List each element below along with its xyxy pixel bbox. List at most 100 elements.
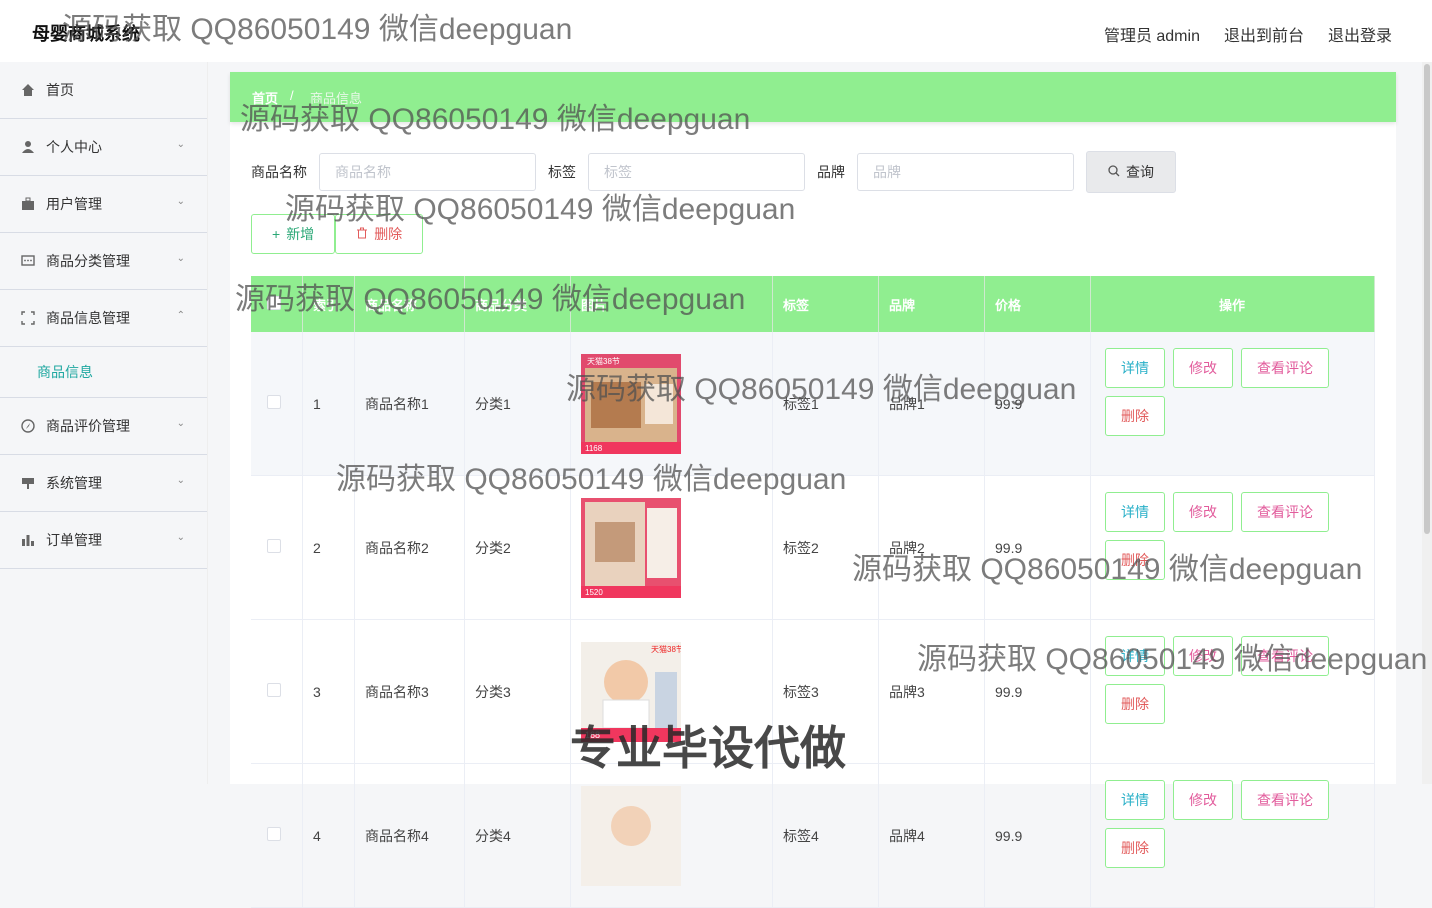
row-delete-button[interactable]: 删除 [1105, 684, 1165, 724]
cell-tag: 标签2 [772, 475, 879, 620]
row-checkbox-cell [251, 475, 303, 620]
cell-actions: 详情 修改 查看评论 删除 [1090, 619, 1375, 764]
name-label: 商品名称 [251, 164, 307, 180]
sidebar-item-users[interactable]: 用户管理 ⌄ [0, 176, 207, 233]
cell-category: 分类1 [464, 332, 571, 476]
cell-price: 99.9 [984, 619, 1091, 764]
cell-index: 3 [302, 619, 355, 764]
scrollbar-thumb[interactable] [1424, 64, 1430, 534]
batch-delete-button[interactable]: 删除 [335, 214, 424, 254]
cell-index: 4 [302, 763, 355, 908]
chevron-down-icon: ⌄ [176, 475, 185, 486]
col-actions: 操作 [1090, 276, 1375, 332]
sidebar-item-label: 用户管理 [46, 196, 102, 212]
admin-label: 管理员 admin [1103, 28, 1200, 45]
sidebar-item-label: 个人中心 [46, 139, 102, 155]
cell-category: 分类4 [464, 763, 571, 908]
product-thumbnail[interactable] [581, 785, 681, 886]
breadcrumb-separator: / [290, 88, 294, 103]
row-checkbox[interactable] [267, 827, 281, 841]
table-row: 2 商品名称2 分类2 1520 标签2 品牌2 99.9 详情 修改 查看评论 删 [251, 475, 1375, 620]
watermark-banner: 专业毕设代做 [570, 722, 846, 774]
col-price[interactable]: 价格 [984, 276, 1091, 332]
select-all-header[interactable] [251, 276, 303, 332]
app-title: 母婴商城系统 [32, 24, 140, 44]
cell-name: 商品名称3 [354, 619, 465, 764]
row-checkbox-cell [251, 332, 303, 476]
sidebar-subitem-product-info[interactable]: 商品信息 [0, 347, 207, 398]
col-category[interactable]: 商品分类 [464, 276, 571, 332]
cell-price: 99.9 [984, 332, 1091, 476]
sidebar: 首页 个人中心 ⌄ 用户管理 ⌄ 商品分类管理 ⌄ 商品信息管理 ⌃ 商品信息 … [0, 62, 208, 784]
col-tag[interactable]: 标签 [772, 276, 879, 332]
table-header-row: 索引 商品名称 商品分类 图片 标签 品牌 价格 操作 [251, 276, 1375, 332]
thumb-price: 1168 [585, 444, 603, 453]
cell-price: 99.9 [984, 475, 1091, 620]
detail-button[interactable]: 详情 [1105, 780, 1165, 820]
row-checkbox[interactable] [267, 539, 281, 553]
vertical-scrollbar[interactable] [1422, 62, 1432, 784]
table-row: 4 商品名称4 分类4 标签4 品牌4 99.9 详情 修改 查看评论 删除 [251, 763, 1375, 908]
detail-button[interactable]: 详情 [1105, 348, 1165, 388]
cell-brand: 品牌4 [878, 763, 985, 908]
bar-chart-icon [20, 532, 36, 548]
sidebar-item-category[interactable]: 商品分类管理 ⌄ [0, 233, 207, 290]
tag-input[interactable] [588, 153, 805, 191]
row-checkbox[interactable] [267, 683, 281, 697]
cell-actions: 详情 修改 查看评论 删除 [1090, 763, 1375, 908]
view-reviews-button[interactable]: 查看评论 [1241, 636, 1329, 676]
product-name-input[interactable] [319, 153, 536, 191]
cell-brand: 品牌2 [878, 475, 985, 620]
breadcrumb-home[interactable]: 首页 [252, 88, 278, 107]
row-checkbox-cell [251, 763, 303, 908]
sidebar-item-personal[interactable]: 个人中心 ⌄ [0, 119, 207, 176]
delete-button-label: 删除 [374, 226, 403, 242]
query-button-label: 查询 [1126, 164, 1154, 180]
cell-tag: 标签4 [772, 763, 879, 908]
edit-button[interactable]: 修改 [1173, 636, 1233, 676]
col-brand[interactable]: 品牌 [878, 276, 985, 332]
brand-label: 品牌 [817, 164, 845, 180]
sidebar-item-label: 订单管理 [46, 532, 102, 548]
edit-button[interactable]: 修改 [1173, 348, 1233, 388]
row-delete-button[interactable]: 删除 [1105, 828, 1165, 868]
detail-button[interactable]: 详情 [1105, 636, 1165, 676]
sidebar-item-product-info[interactable]: 商品信息管理 ⌃ [0, 290, 207, 347]
logout-link[interactable]: 退出登录 [1328, 22, 1392, 46]
select-all-checkbox[interactable] [267, 295, 281, 310]
sidebar-item-label: 商品信息管理 [46, 310, 130, 326]
query-button[interactable]: 查询 [1086, 151, 1176, 193]
sidebar-item-home[interactable]: 首页 [0, 62, 207, 119]
view-reviews-button[interactable]: 查看评论 [1241, 780, 1329, 820]
thumb-label: 天猫38节 [587, 356, 620, 366]
cell-category: 分类2 [464, 475, 571, 620]
home-icon [20, 82, 36, 98]
col-image[interactable]: 图片 [570, 276, 773, 332]
sidebar-item-label: 商品分类管理 [46, 253, 130, 269]
detail-button[interactable]: 详情 [1105, 492, 1165, 532]
brand-input[interactable] [857, 153, 1074, 191]
product-thumbnail[interactable]: 1520 [581, 497, 681, 598]
add-button[interactable]: + 新增 [251, 214, 336, 254]
sidebar-item-system[interactable]: 系统管理 ⌄ [0, 455, 207, 512]
plus-icon: + [272, 226, 281, 242]
chevron-down-icon: ⌄ [176, 139, 185, 150]
row-checkbox[interactable] [267, 395, 281, 409]
edit-button[interactable]: 修改 [1173, 492, 1233, 532]
view-reviews-button[interactable]: 查看评论 [1241, 348, 1329, 388]
sidebar-item-orders[interactable]: 订单管理 ⌄ [0, 512, 207, 569]
view-reviews-button[interactable]: 查看评论 [1241, 492, 1329, 532]
search-icon [1108, 164, 1120, 180]
thumb-label: 天猫38节 [651, 644, 681, 654]
col-name[interactable]: 商品名称 [354, 276, 465, 332]
back-to-front-link[interactable]: 退出到前台 [1224, 22, 1304, 46]
sidebar-item-reviews[interactable]: 商品评价管理 ⌄ [0, 398, 207, 455]
edit-button[interactable]: 修改 [1173, 780, 1233, 820]
row-checkbox-cell [251, 619, 303, 764]
sign-icon [20, 475, 36, 491]
row-delete-button[interactable]: 删除 [1105, 540, 1165, 580]
row-delete-button[interactable]: 删除 [1105, 396, 1165, 436]
col-index[interactable]: 索引 [302, 276, 355, 332]
product-thumbnail[interactable]: 天猫38节 1168 [581, 353, 681, 454]
tag-label: 标签 [548, 164, 576, 180]
